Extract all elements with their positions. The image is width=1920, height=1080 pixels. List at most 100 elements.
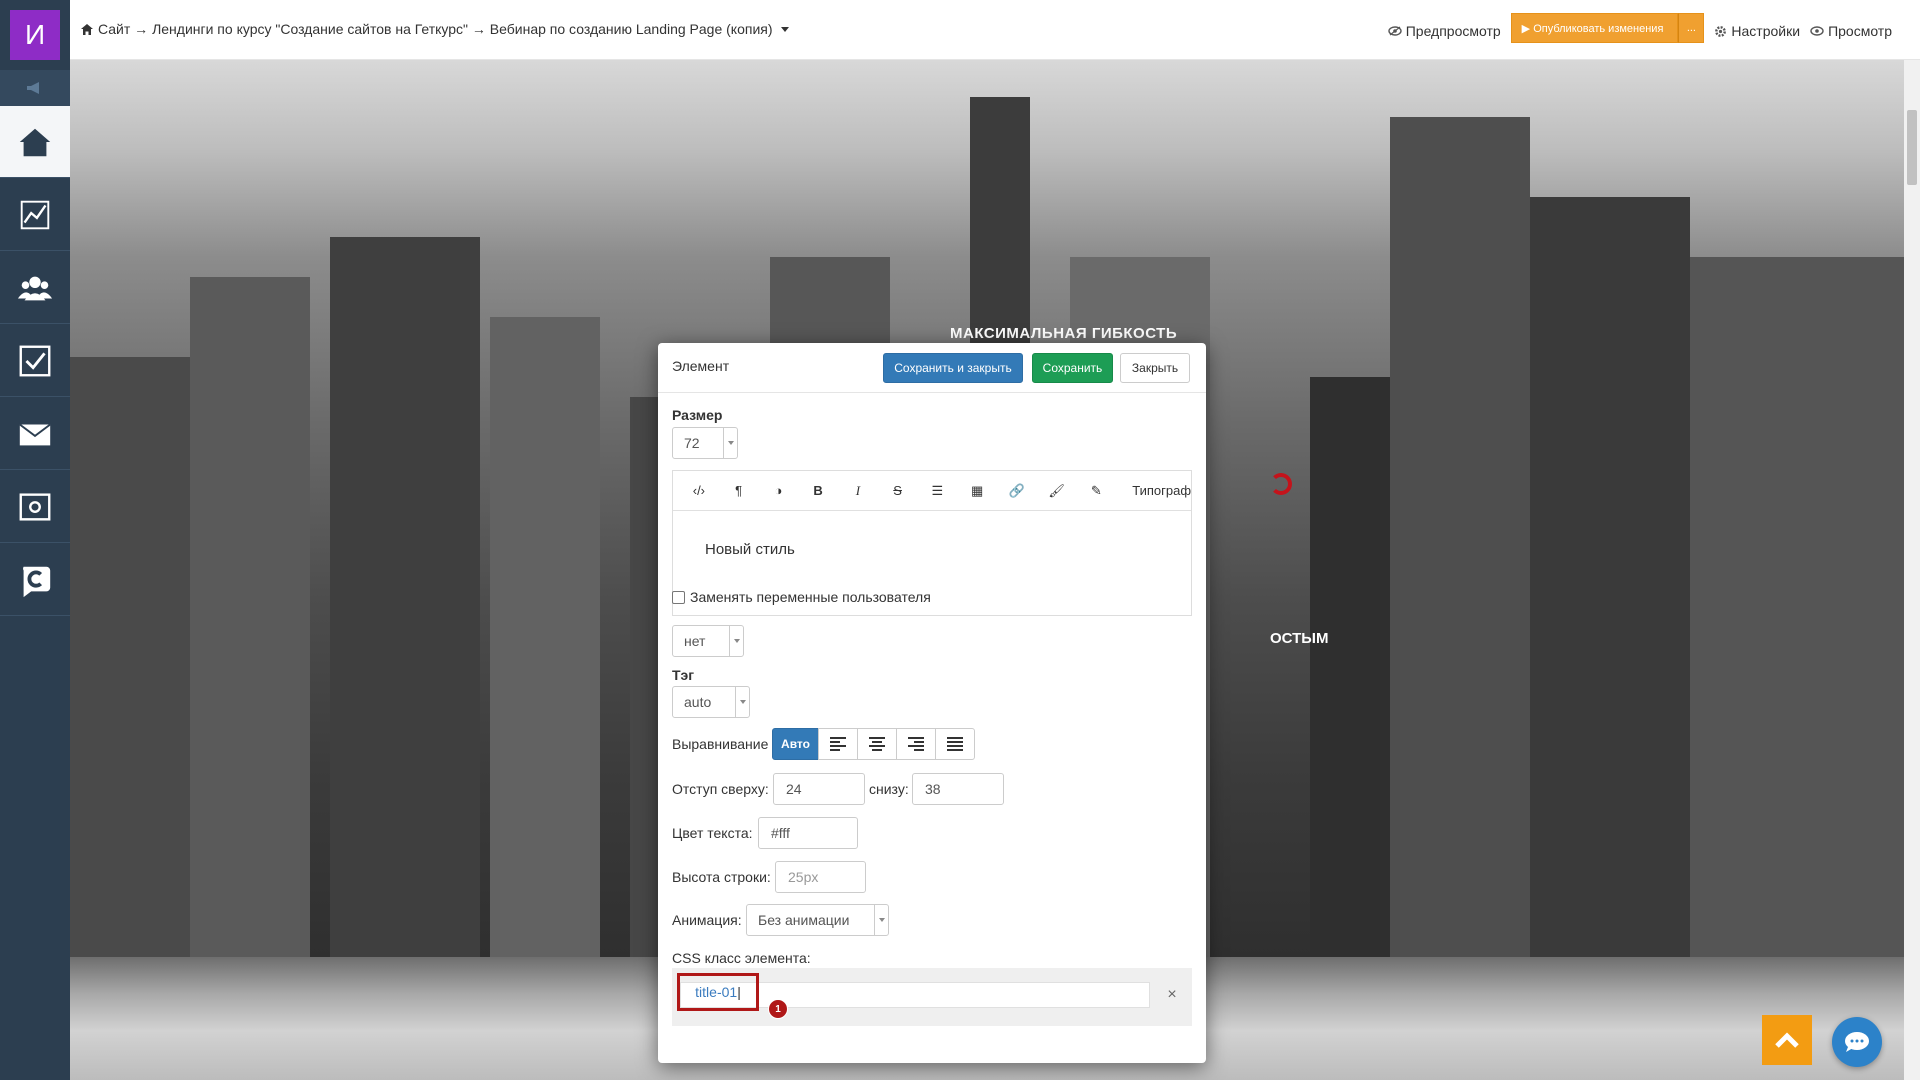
- italic-icon[interactable]: I: [838, 471, 878, 511]
- breadcrumb[interactable]: Сайт → Лендинги по курсу "Создание сайто…: [80, 21, 789, 37]
- strikethrough-icon[interactable]: S: [878, 471, 918, 511]
- close-button[interactable]: Закрыть: [1120, 353, 1190, 383]
- text-color-label: Цвет текста:: [672, 825, 753, 841]
- hero-ring-decoration: [1270, 473, 1292, 495]
- hero-subtitle-fragment[interactable]: ОСТЫМ: [1270, 630, 1328, 647]
- css-class-value: title-01: [695, 984, 738, 1000]
- home-icon: [81, 23, 93, 35]
- align-button-group: Авто: [772, 728, 975, 760]
- mail-icon: [19, 423, 51, 445]
- scroll-to-top-button[interactable]: [1762, 1015, 1812, 1065]
- line-height-input[interactable]: 25px: [775, 861, 866, 893]
- size-value: 72: [684, 435, 700, 451]
- app-logo[interactable]: И: [10, 10, 60, 60]
- publish-group: ▶ Опубликовать изменения ...: [1510, 13, 1705, 43]
- eye-icon: [1810, 26, 1824, 36]
- tag-label: Тэг: [672, 667, 695, 683]
- code-icon[interactable]: ‹/›: [679, 471, 719, 511]
- chevron-down-icon: [735, 687, 749, 717]
- tag-select[interactable]: auto: [672, 686, 750, 718]
- sidebar-item-mail[interactable]: [0, 398, 70, 470]
- annotation-badge: 1: [768, 999, 788, 1019]
- padding-bottom-label: снизу:: [869, 781, 909, 797]
- css-class-label: CSS класс элемента:: [672, 950, 811, 966]
- align-center-icon[interactable]: [857, 728, 897, 760]
- save-button[interactable]: Сохранить: [1032, 353, 1113, 383]
- tag-value: auto: [684, 694, 712, 710]
- sidebar-item-settings[interactable]: [0, 471, 70, 543]
- view-label: Просмотр: [1828, 23, 1892, 39]
- table-icon[interactable]: ▦: [957, 471, 997, 511]
- vars-select-value: нет: [684, 633, 706, 649]
- getcourse-icon: [23, 566, 51, 597]
- padding-top-input[interactable]: 24: [773, 773, 865, 805]
- size-label: Размер: [672, 407, 723, 423]
- animation-select[interactable]: Без анимации: [746, 904, 889, 936]
- brush-icon[interactable]: 🖌: [1037, 471, 1077, 511]
- users-icon: [17, 276, 53, 300]
- top-bar: Сайт → Лендинги по курсу "Создание сайто…: [70, 0, 1920, 60]
- chevron-down-icon: [729, 626, 743, 656]
- replace-vars-label: Заменять переменные пользователя: [690, 589, 931, 605]
- page-scrollbar[interactable]: [1904, 60, 1920, 1080]
- modal-title: Элемент: [672, 358, 730, 374]
- scrollbar-thumb[interactable]: [1907, 110, 1917, 185]
- contrast-icon[interactable]: ◑: [759, 471, 799, 511]
- align-right-icon[interactable]: [896, 728, 936, 760]
- align-left-icon[interactable]: [818, 728, 858, 760]
- sidebar-item-home[interactable]: [0, 106, 70, 178]
- css-class-container: title-01 | 1 ×: [672, 968, 1192, 1026]
- align-auto-button[interactable]: Авто: [772, 728, 819, 760]
- padding-top-label: Отступ сверху:: [672, 781, 769, 797]
- sidebar-item-stats[interactable]: [0, 179, 70, 251]
- replace-vars-row[interactable]: Заменять переменные пользователя: [672, 589, 931, 605]
- announcement-icon[interactable]: [0, 70, 70, 106]
- save-and-close-button[interactable]: Сохранить и закрыть: [883, 353, 1023, 383]
- chat-icon: [1845, 1032, 1869, 1052]
- align-justify-icon[interactable]: [935, 728, 975, 760]
- clear-icon[interactable]: ×: [1162, 982, 1182, 1008]
- chat-button[interactable]: [1832, 1017, 1882, 1067]
- hero-title[interactable]: МАКСИМАЛЬНАЯ ГИБКОСТЬ: [950, 325, 1177, 342]
- paragraph-icon[interactable]: ¶: [719, 471, 759, 511]
- chevron-up-icon: [1775, 1032, 1799, 1048]
- animation-value: Без анимации: [758, 912, 850, 928]
- chart-icon: [20, 200, 50, 229]
- checkbox-icon: [19, 345, 51, 376]
- line-height-label: Высота строки:: [672, 869, 771, 885]
- list-icon[interactable]: ☰: [918, 471, 958, 511]
- padding-bottom-input[interactable]: 38: [912, 773, 1004, 805]
- modal-header: Элемент Сохранить и закрыть Сохранить За…: [658, 343, 1206, 393]
- settings-box-icon: [19, 492, 51, 521]
- css-class-tag[interactable]: title-01 |: [677, 973, 759, 1011]
- publish-more-button[interactable]: ...: [1678, 13, 1705, 43]
- settings-link[interactable]: Настройки: [1714, 23, 1800, 39]
- text-color-input[interactable]: #fff: [758, 817, 858, 849]
- animation-label: Анимация:: [672, 912, 742, 928]
- typograf-button[interactable]: Типограф: [1116, 483, 1191, 498]
- sidebar-item-tasks[interactable]: [0, 325, 70, 397]
- align-label: Выравнивание: [672, 736, 769, 752]
- bold-icon[interactable]: B: [798, 471, 838, 511]
- editor-toolbar: ‹/› ¶ ◑ B I S ☰ ▦ 🔗 🖌 ✎ Типограф: [673, 471, 1191, 511]
- vars-select[interactable]: нет: [672, 625, 744, 657]
- publish-button[interactable]: ▶ Опубликовать изменения: [1510, 13, 1679, 43]
- eye-slash-icon: [1388, 26, 1402, 36]
- gear-icon: [1715, 25, 1727, 37]
- preview-link[interactable]: Предпросмотр: [1388, 23, 1501, 39]
- sidebar-item-users[interactable]: [0, 252, 70, 324]
- chevron-down-icon[interactable]: [780, 26, 789, 32]
- chevron-down-icon: [874, 905, 888, 935]
- breadcrumb-text[interactable]: Сайт → Лендинги по курсу "Создание сайто…: [98, 21, 773, 37]
- preview-label: Предпросмотр: [1405, 23, 1501, 39]
- settings-label: Настройки: [1731, 23, 1801, 39]
- element-modal: Элемент Сохранить и закрыть Сохранить За…: [658, 343, 1206, 1063]
- sidebar-item-getcourse[interactable]: [0, 544, 70, 616]
- home-icon: [19, 128, 51, 156]
- link-icon[interactable]: 🔗: [997, 471, 1037, 511]
- pencil-icon[interactable]: ✎: [1077, 471, 1117, 511]
- replace-vars-checkbox[interactable]: [672, 590, 685, 604]
- editor-content[interactable]: Новый стиль: [705, 541, 795, 558]
- size-select[interactable]: 72: [672, 427, 738, 459]
- view-link[interactable]: Просмотр: [1810, 23, 1892, 39]
